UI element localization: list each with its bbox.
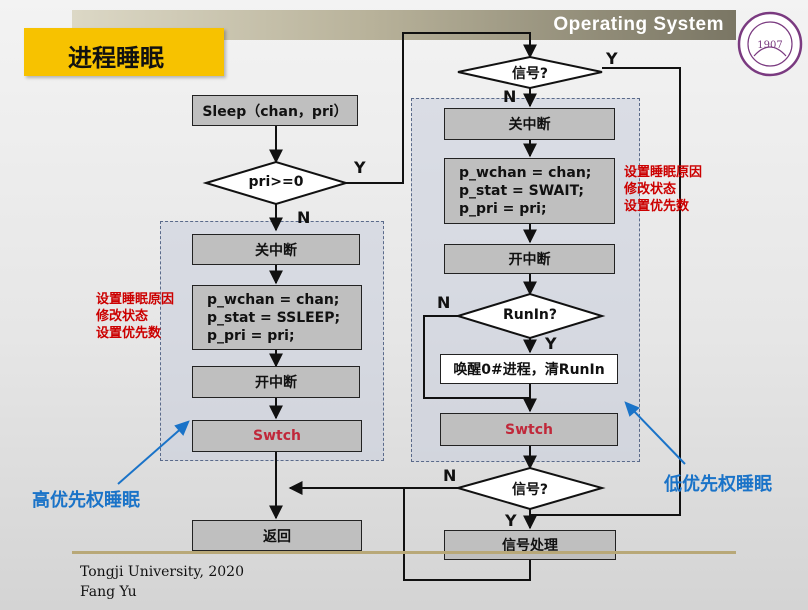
right-note-1: 设置睡眠原因: [624, 165, 703, 180]
signal-decision-label: 信号?: [511, 66, 549, 82]
signal2-yes-label: Y: [505, 511, 517, 530]
right-disable-int-box: 关中断: [444, 108, 615, 140]
footer: Tongji University, 2020 Fang Yu: [80, 562, 244, 602]
right-note-2: 修改状态: [624, 182, 677, 197]
right-switch-label: Swtch: [505, 421, 553, 438]
footer-divider: [72, 551, 736, 554]
signal-no-label: N: [503, 87, 517, 106]
runin-no-label: N: [437, 293, 451, 312]
left-switch-box: Swtch: [192, 420, 362, 452]
right-enable-int-label: 开中断: [508, 252, 551, 268]
return-label: 返回: [263, 528, 291, 545]
pri-yes-label: Y: [354, 158, 366, 177]
signal2-no-label: N: [443, 466, 457, 485]
left-notes: 设置睡眠原因 修改状态 设置优先数: [96, 291, 174, 342]
left-field-1: p_wchan = chan;: [207, 291, 340, 308]
left-note-2: 修改状态: [96, 309, 149, 324]
pri-decision-label: pri>=0: [248, 174, 304, 190]
high-priority-sleep-label: 高优先权睡眠: [32, 490, 140, 511]
return-box: 返回: [192, 520, 362, 551]
signal-yes-label: Y: [606, 49, 618, 68]
wake-process-box: 唤醒0#进程，清RunIn: [440, 354, 618, 384]
right-note-3: 设置优先数: [624, 199, 690, 214]
left-set-fields-box: p_wchan = chan; p_stat = SSLEEP; p_pri =…: [192, 285, 362, 350]
left-disable-int-label: 关中断: [255, 242, 297, 259]
left-note-3: 设置优先数: [96, 326, 162, 341]
left-disable-int-box: 关中断: [192, 234, 360, 265]
left-field-3: p_pri = pri;: [207, 327, 295, 344]
low-priority-sleep-label: 低优先权睡眠: [664, 474, 772, 495]
left-enable-int-label: 开中断: [255, 375, 297, 391]
left-note-1: 设置睡眠原因: [96, 292, 175, 307]
wake-process-label: 唤醒0#进程，清RunIn: [453, 362, 605, 378]
right-field-2: p_stat = SWAIT;: [459, 183, 584, 199]
right-set-fields-box: p_wchan = chan; p_stat = SWAIT; p_pri = …: [444, 158, 615, 224]
sleep-start-label: Sleep（chan，pri）: [202, 103, 348, 120]
pri-no-label: N: [297, 208, 311, 227]
right-field-1: p_wchan = chan;: [459, 165, 592, 181]
footer-university: Tongji University, 2020: [80, 564, 244, 580]
signal-handle-box: 信号处理: [444, 530, 616, 560]
right-disable-int-label: 关中断: [508, 117, 551, 133]
sleep-start-box: Sleep（chan，pri）: [192, 95, 358, 126]
right-field-3: p_pri = pri;: [459, 201, 547, 217]
left-enable-int-box: 开中断: [192, 366, 360, 398]
right-enable-int-box: 开中断: [444, 244, 615, 274]
right-switch-box: Swtch: [440, 413, 618, 446]
right-notes: 设置睡眠原因 修改状态 设置优先数: [624, 164, 702, 215]
runin-decision-label: RunIn?: [502, 307, 557, 323]
footer-author: Fang Yu: [80, 584, 137, 600]
left-field-2: p_stat = SSLEEP;: [207, 309, 341, 326]
runin-yes-label: Y: [545, 334, 557, 353]
signal2-decision-label: 信号?: [511, 482, 549, 498]
left-switch-label: Swtch: [253, 428, 301, 444]
